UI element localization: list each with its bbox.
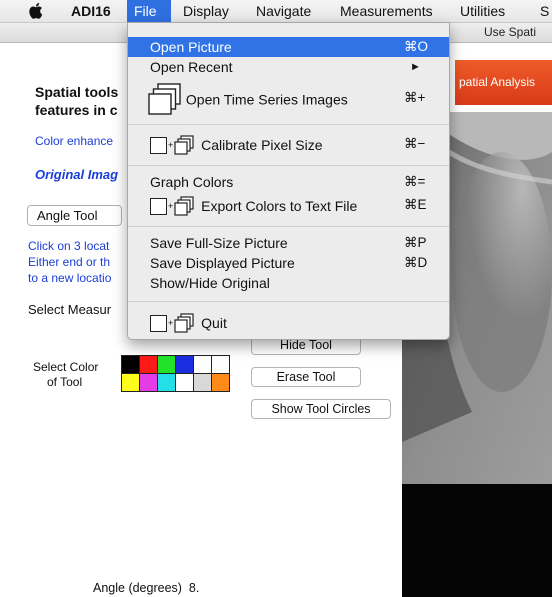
select-color-label-line2: of Tool [47, 375, 83, 389]
angle-readout: Angle (degrees) 8. [93, 581, 199, 595]
submenu-arrow-icon: ► [410, 61, 421, 73]
shortcut-label: ⌘E [404, 197, 427, 212]
color-swatch[interactable] [140, 356, 157, 373]
menu-separator [128, 165, 449, 166]
menu-separator [128, 226, 449, 227]
spatial-tools-heading: Spatial tools [35, 84, 119, 100]
plus-icon: + [168, 201, 174, 212]
menu-item-calibrate-pixel-size[interactable]: + Calibrate Pixel Size ⌘− [128, 131, 449, 157]
color-swatch[interactable] [158, 356, 175, 373]
menu-item-graph-colors[interactable]: Graph Colors ⌘= [128, 172, 449, 192]
apple-icon [29, 2, 43, 19]
instruction-line-1: Click on 3 locat [28, 239, 110, 253]
apple-menu[interactable] [28, 0, 50, 22]
checkbox-icon [150, 136, 167, 154]
file-menu-dropdown: Open Picture ⌘O Open Recent ► Open Time … [127, 22, 450, 340]
color-swatch[interactable] [158, 374, 175, 391]
stacked-windows-icon [174, 313, 194, 333]
shortcut-label: ⌘+ [404, 90, 426, 105]
spatial-tools-heading-line2: features in c [35, 102, 118, 118]
color-enhance-link[interactable]: Color enhance [35, 134, 113, 148]
menu-bar: ADI16 File Display Navigate Measurements… [0, 0, 552, 23]
menu-item-open-picture[interactable]: Open Picture ⌘O [128, 37, 449, 57]
tool-select[interactable]: Angle Tool [27, 205, 122, 226]
menu-file[interactable]: File [127, 0, 171, 22]
menu-item-quit[interactable]: + Quit [128, 309, 449, 335]
stacked-windows-icon [174, 135, 194, 155]
shortcut-label: ⌘= [404, 174, 426, 189]
menu-measurements[interactable]: Measurements [333, 0, 440, 22]
color-swatch[interactable] [140, 374, 157, 391]
menu-separator [128, 301, 449, 302]
stacked-windows-icon [174, 196, 194, 216]
menu-utilities[interactable]: Utilities [453, 0, 512, 22]
menu-item-open-time-series[interactable]: Open Time Series Images ⌘+ [128, 79, 449, 117]
app-menu[interactable]: ADI16 [64, 0, 118, 22]
menu-item-save-displayed[interactable]: Save Displayed Picture ⌘D [128, 253, 449, 273]
image-black-region [402, 484, 552, 597]
instruction-line-2: Either end or th [28, 255, 111, 269]
select-color-label: Select Color [33, 360, 99, 374]
color-swatch[interactable] [194, 374, 211, 391]
shortcut-label: ⌘P [404, 235, 427, 250]
color-swatch[interactable] [176, 374, 193, 391]
checkbox-icon [150, 197, 167, 215]
shortcut-label: ⌘D [404, 255, 428, 270]
original-image-label: Original Imag [35, 167, 119, 182]
menu-navigate[interactable]: Navigate [249, 0, 318, 22]
menu-item-export-colors[interactable]: + Export Colors to Text File ⌘E [128, 192, 449, 218]
color-swatch[interactable] [194, 356, 211, 373]
use-spatial-tab[interactable]: Use Spati [484, 23, 536, 42]
color-swatch[interactable] [212, 356, 229, 373]
angle-label: Angle (degrees) [93, 581, 182, 595]
menu-display[interactable]: Display [176, 0, 236, 22]
shortcut-label: ⌘− [404, 136, 426, 151]
menu-s-truncated[interactable]: S [533, 0, 552, 22]
menu-item-show-hide-original[interactable]: Show/Hide Original [128, 273, 449, 293]
plus-icon: + [168, 318, 174, 329]
color-swatch[interactable] [122, 356, 139, 373]
instruction-line-3: to a new locatio [28, 271, 112, 285]
angle-value: 8. [188, 581, 200, 595]
menu-item-save-full-size[interactable]: Save Full-Size Picture ⌘P [128, 233, 449, 253]
shortcut-label: ⌘O [404, 39, 429, 54]
erase-tool-button[interactable]: Erase Tool [251, 367, 361, 387]
menu-separator [128, 124, 449, 125]
color-swatch[interactable] [122, 374, 139, 391]
select-measure-label: Select Measur [28, 302, 112, 317]
spatial-analysis-button[interactable]: patial Analysis [455, 60, 552, 105]
color-swatch[interactable] [176, 356, 193, 373]
plus-icon: + [168, 140, 174, 151]
color-swatch-grid [121, 355, 230, 392]
checkbox-icon [150, 314, 167, 332]
menu-item-open-recent[interactable]: Open Recent ► [128, 57, 449, 77]
show-tool-circles-button[interactable]: Show Tool Circles [251, 399, 391, 419]
color-swatch[interactable] [212, 374, 229, 391]
stacked-windows-icon [148, 83, 181, 115]
